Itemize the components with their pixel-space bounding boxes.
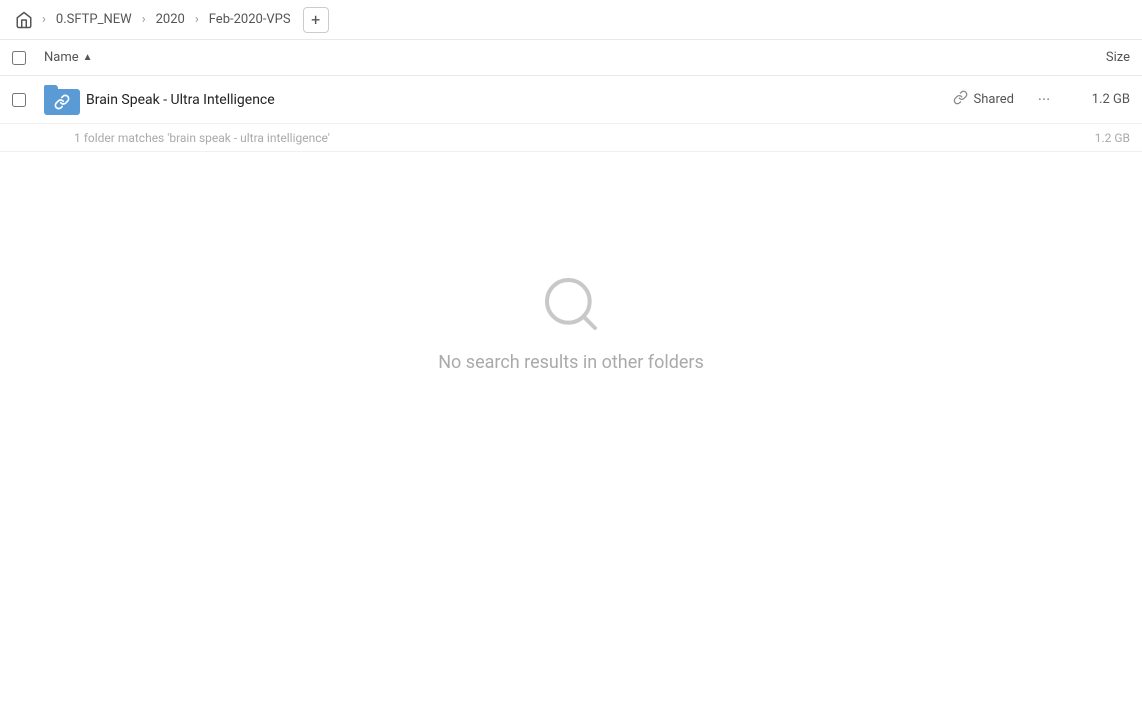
more-options-button[interactable]: ··· [1030, 86, 1058, 114]
select-all-checkbox-area[interactable] [12, 51, 44, 65]
select-all-checkbox[interactable] [12, 51, 26, 65]
column-headers: Name ▲ Size [0, 40, 1142, 76]
breadcrumb-bar: › 0.SFTP_NEW › 2020 › Feb-2020-VPS + [0, 0, 1142, 40]
folder-icon [44, 84, 76, 116]
breadcrumb-separator-1: › [42, 12, 46, 27]
shared-label: Shared [974, 92, 1014, 107]
home-button[interactable] [12, 8, 36, 32]
sort-arrow-icon: ▲ [83, 52, 93, 63]
file-size: 1.2 GB [1070, 92, 1130, 107]
size-column-header: Size [1050, 50, 1130, 65]
match-count-text: 1 folder matches 'brain speak - ultra in… [74, 131, 1070, 145]
empty-state-message: No search results in other folders [438, 352, 704, 373]
breadcrumb-add-button[interactable]: + [303, 7, 329, 33]
breadcrumb-separator-2: › [142, 12, 146, 27]
breadcrumb-separator-3: › [195, 12, 199, 27]
name-column-header[interactable]: Name ▲ [44, 50, 1050, 65]
file-row[interactable]: Brain Speak - Ultra Intelligence Shared … [0, 76, 1142, 124]
shared-area: Shared [953, 90, 1014, 109]
breadcrumb-item-sftp[interactable]: 0.SFTP_NEW [52, 10, 136, 29]
breadcrumb-item-2020[interactable]: 2020 [152, 10, 189, 29]
file-name: Brain Speak - Ultra Intelligence [86, 92, 953, 108]
shared-link-icon [953, 90, 968, 109]
breadcrumb-item-feb[interactable]: Feb-2020-VPS [205, 10, 295, 29]
match-count-row: 1 folder matches 'brain speak - ultra in… [0, 124, 1142, 152]
empty-state: No search results in other folders [0, 152, 1142, 373]
file-checkbox[interactable] [12, 93, 26, 107]
empty-search-icon [539, 272, 603, 336]
match-count-size: 1.2 GB [1070, 131, 1130, 145]
file-checkbox-area[interactable] [12, 93, 44, 107]
